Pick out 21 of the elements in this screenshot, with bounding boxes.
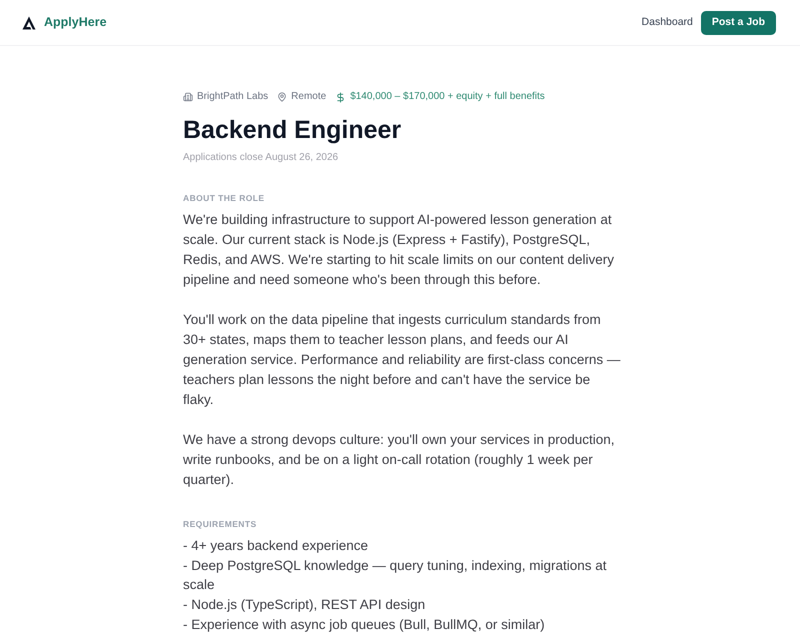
dashboard-link[interactable]: Dashboard bbox=[642, 14, 693, 30]
section-heading: ABOUT THE ROLE bbox=[183, 192, 266, 204]
requirement-item: - 4+ years backend experience bbox=[183, 537, 369, 555]
job-location: Remote bbox=[291, 90, 326, 104]
building-icon bbox=[183, 92, 193, 102]
company-name: BrightPath Labs bbox=[197, 90, 268, 104]
dollar-icon bbox=[335, 92, 346, 102]
description-paragraph: We're building infrastructure to support AI-powered lesson generation at scale. Our current stack is Node.js (Express + Fastify), PostgreSQL, Redis, and AWS. We're starting to hit scale limits on our content delivery pipeline and need someone who's been through this before. bbox=[183, 211, 616, 289]
application-deadline: Applications close August 26, 2026 bbox=[183, 151, 340, 165]
brand-name[interactable]: ApplyHere bbox=[44, 13, 107, 32]
map-pin-icon bbox=[277, 92, 288, 102]
logo-icon bbox=[22, 16, 36, 30]
requirement-item: - Experience with async job queues (Bull, BullMQ, or similar) bbox=[183, 616, 546, 634]
post-job-button[interactable]: Post a Job bbox=[700, 10, 776, 34]
job-title: Backend Engineer bbox=[183, 115, 402, 145]
salary-range: $140,000 – $170,000 + equity + full benefits bbox=[350, 90, 545, 104]
description-paragraph: You'll work on the data pipeline that ingests curriculum standards from 30+ states, maps them to teacher lesson plans, and feeds our AI generation service. Performance and reliability are first-class concerns — teachers plan lessons the night before and can't have the service be flaky. bbox=[183, 311, 622, 409]
section-heading: REQUIREMENTS bbox=[183, 518, 258, 530]
requirement-item: - Node.js (TypeScript), REST API design bbox=[183, 596, 426, 614]
requirement-item: - Deep PostgreSQL knowledge — query tuning, indexing, migrations at scale bbox=[183, 557, 608, 594]
description-paragraph: We have a strong devops culture: you'll own your services in production, write runbooks, and be on a light on-call rotation (roughly 1 week per quarter). bbox=[183, 431, 616, 489]
